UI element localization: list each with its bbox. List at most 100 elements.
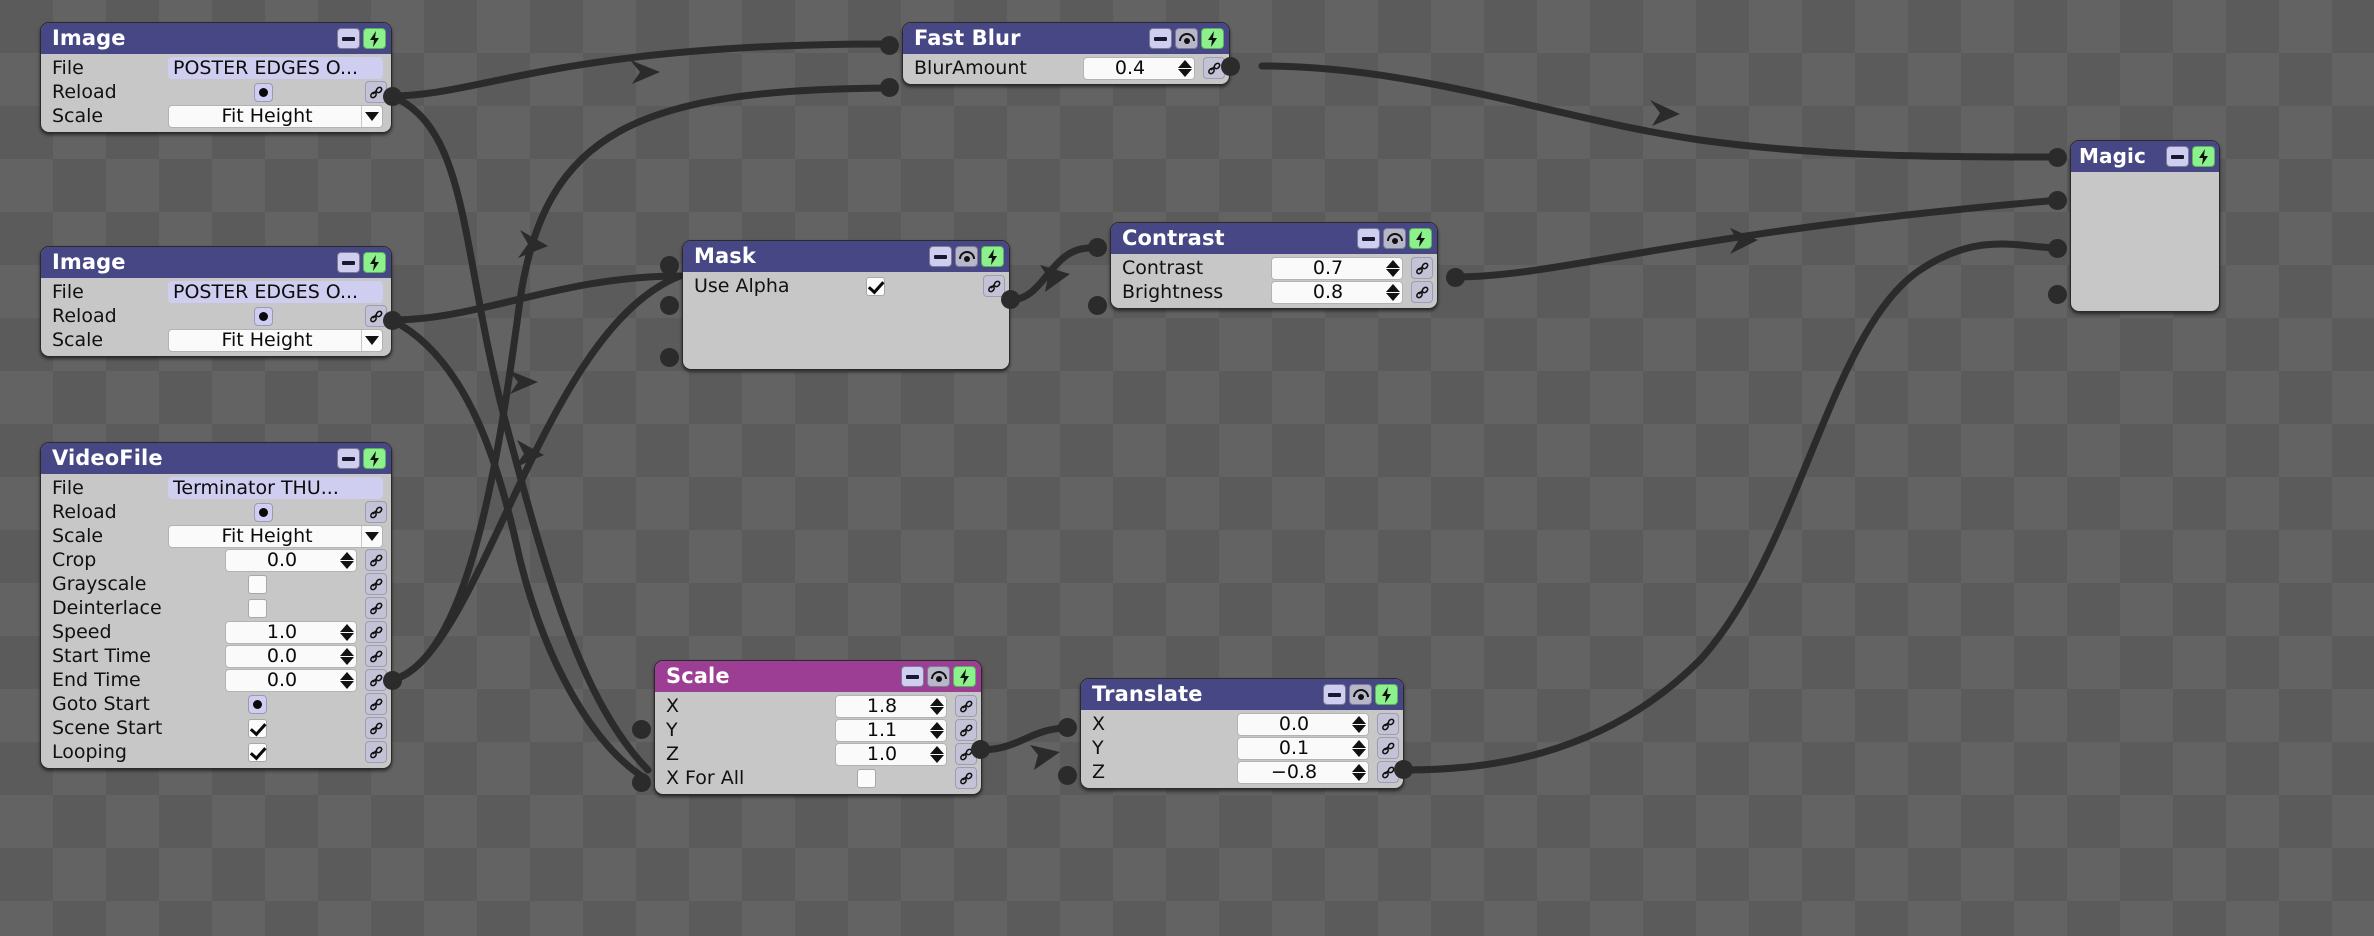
minimize-icon[interactable]: [1357, 228, 1380, 249]
minimize-icon[interactable]: [929, 246, 952, 267]
link-icon[interactable]: [1411, 281, 1433, 303]
link-icon[interactable]: [365, 573, 387, 595]
x-for-all-checkbox[interactable]: [857, 768, 876, 788]
node-image-1[interactable]: Image File POSTER EDGES O... Reload Scal…: [40, 22, 392, 133]
spinner-arrows[interactable]: [338, 622, 356, 643]
bolt-icon[interactable]: [953, 666, 976, 687]
bolt-icon[interactable]: [363, 28, 386, 49]
link-icon[interactable]: [955, 719, 977, 741]
chevron-down-icon[interactable]: [361, 525, 382, 547]
bolt-icon[interactable]: [1201, 28, 1224, 49]
spinner-arrows[interactable]: [1176, 58, 1194, 79]
port-in-magic-2[interactable]: [2048, 191, 2067, 210]
link-icon[interactable]: [365, 717, 387, 739]
reload-button[interactable]: [254, 306, 273, 326]
end-time-spinner[interactable]: 0.0: [225, 668, 357, 692]
port-in-scale-2[interactable]: [632, 773, 651, 792]
looping-checkbox[interactable]: [248, 742, 267, 762]
scale-x-spinner[interactable]: 1.8: [835, 694, 947, 718]
reload-button[interactable]: [254, 82, 273, 102]
translate-z-spinner[interactable]: −0.8: [1237, 760, 1369, 784]
port-in-magic-1[interactable]: [2048, 148, 2067, 167]
bolt-icon[interactable]: [1375, 684, 1398, 705]
port-out-contrast[interactable]: [1446, 268, 1465, 287]
node-titlebar[interactable]: Contrast: [1111, 223, 1437, 254]
port-in-mask-2[interactable]: [660, 296, 679, 315]
node-contrast[interactable]: Contrast Contrast 0.7 Brightness 0.8: [1110, 222, 1438, 309]
node-titlebar[interactable]: Magic: [2071, 141, 2219, 172]
node-titlebar[interactable]: Scale: [655, 661, 981, 692]
use-alpha-checkbox[interactable]: [866, 276, 885, 296]
spinner-arrows[interactable]: [928, 744, 946, 765]
node-titlebar[interactable]: Translate: [1081, 679, 1403, 710]
bolt-icon[interactable]: [363, 252, 386, 273]
spinner-arrows[interactable]: [338, 550, 356, 571]
spinner-arrows[interactable]: [1384, 258, 1402, 279]
scale-y-spinner[interactable]: 1.1: [835, 718, 947, 742]
collapse-icon[interactable]: [927, 666, 950, 687]
link-icon[interactable]: [365, 621, 387, 643]
port-in-fastblur-1[interactable]: [880, 36, 899, 55]
chevron-down-icon[interactable]: [361, 105, 382, 127]
port-in-magic-3[interactable]: [2048, 239, 2067, 258]
node-translate[interactable]: Translate X 0.0 Y 0.1 Z −0.8: [1080, 678, 1404, 789]
port-out-translate[interactable]: [1394, 760, 1413, 779]
port-out-mask[interactable]: [1001, 290, 1020, 309]
port-in-scale-1[interactable]: [632, 720, 651, 739]
link-icon[interactable]: [365, 597, 387, 619]
minimize-icon[interactable]: [2166, 146, 2189, 167]
bolt-icon[interactable]: [2192, 146, 2215, 167]
scale-dropdown[interactable]: Fit Height: [168, 104, 383, 128]
spinner-arrows[interactable]: [338, 646, 356, 667]
spinner-arrows[interactable]: [928, 696, 946, 717]
link-icon[interactable]: [365, 501, 387, 523]
port-out-scale[interactable]: [971, 740, 990, 759]
contrast-spinner[interactable]: 0.7: [1271, 256, 1403, 280]
spinner-arrows[interactable]: [1384, 282, 1402, 303]
port-in-mask-3[interactable]: [660, 348, 679, 367]
port-in-magic-4[interactable]: [2048, 285, 2067, 304]
spinner-arrows[interactable]: [928, 720, 946, 741]
link-icon[interactable]: [365, 645, 387, 667]
chevron-down-icon[interactable]: [361, 329, 382, 351]
link-icon[interactable]: [365, 693, 387, 715]
node-titlebar[interactable]: Fast Blur: [903, 23, 1229, 54]
start-time-spinner[interactable]: 0.0: [225, 644, 357, 668]
node-mask[interactable]: Mask Use Alpha: [682, 240, 1010, 370]
link-icon[interactable]: [1411, 257, 1433, 279]
link-icon[interactable]: [1377, 737, 1399, 759]
port-in-fastblur-2[interactable]: [880, 78, 899, 97]
scale-dropdown[interactable]: Fit Height: [168, 524, 383, 548]
collapse-icon[interactable]: [1175, 28, 1198, 49]
node-titlebar[interactable]: VideoFile: [41, 443, 391, 474]
node-fast-blur[interactable]: Fast Blur BlurAmount 0.4: [902, 22, 1230, 85]
file-field[interactable]: POSTER EDGES O...: [168, 281, 383, 303]
minimize-icon[interactable]: [337, 252, 360, 273]
scale-z-spinner[interactable]: 1.0: [835, 742, 947, 766]
bolt-icon[interactable]: [363, 448, 386, 469]
scene-start-checkbox[interactable]: [248, 718, 267, 738]
link-icon[interactable]: [365, 741, 387, 763]
file-field[interactable]: Terminator THU...: [168, 477, 383, 499]
node-titlebar[interactable]: Mask: [683, 241, 1009, 272]
link-icon[interactable]: [365, 549, 387, 571]
port-out-fastblur[interactable]: [1221, 57, 1240, 76]
minimize-icon[interactable]: [337, 28, 360, 49]
node-titlebar[interactable]: Image: [41, 23, 391, 54]
collapse-icon[interactable]: [1349, 684, 1372, 705]
grayscale-checkbox[interactable]: [248, 574, 267, 594]
bolt-icon[interactable]: [981, 246, 1004, 267]
node-magic[interactable]: Magic: [2070, 140, 2220, 312]
spinner-arrows[interactable]: [1350, 738, 1368, 759]
bolt-icon[interactable]: [1409, 228, 1432, 249]
brightness-spinner[interactable]: 0.8: [1271, 280, 1403, 304]
speed-spinner[interactable]: 1.0: [225, 620, 357, 644]
collapse-icon[interactable]: [955, 246, 978, 267]
minimize-icon[interactable]: [1323, 684, 1346, 705]
scale-dropdown[interactable]: Fit Height: [168, 328, 383, 352]
minimize-icon[interactable]: [337, 448, 360, 469]
port-out-image1[interactable]: [383, 87, 402, 106]
link-icon[interactable]: [1377, 713, 1399, 735]
port-in-translate-2[interactable]: [1058, 766, 1077, 785]
node-scale[interactable]: Scale X 1.8 Y 1.1 Z 1.0 X For All: [654, 660, 982, 795]
